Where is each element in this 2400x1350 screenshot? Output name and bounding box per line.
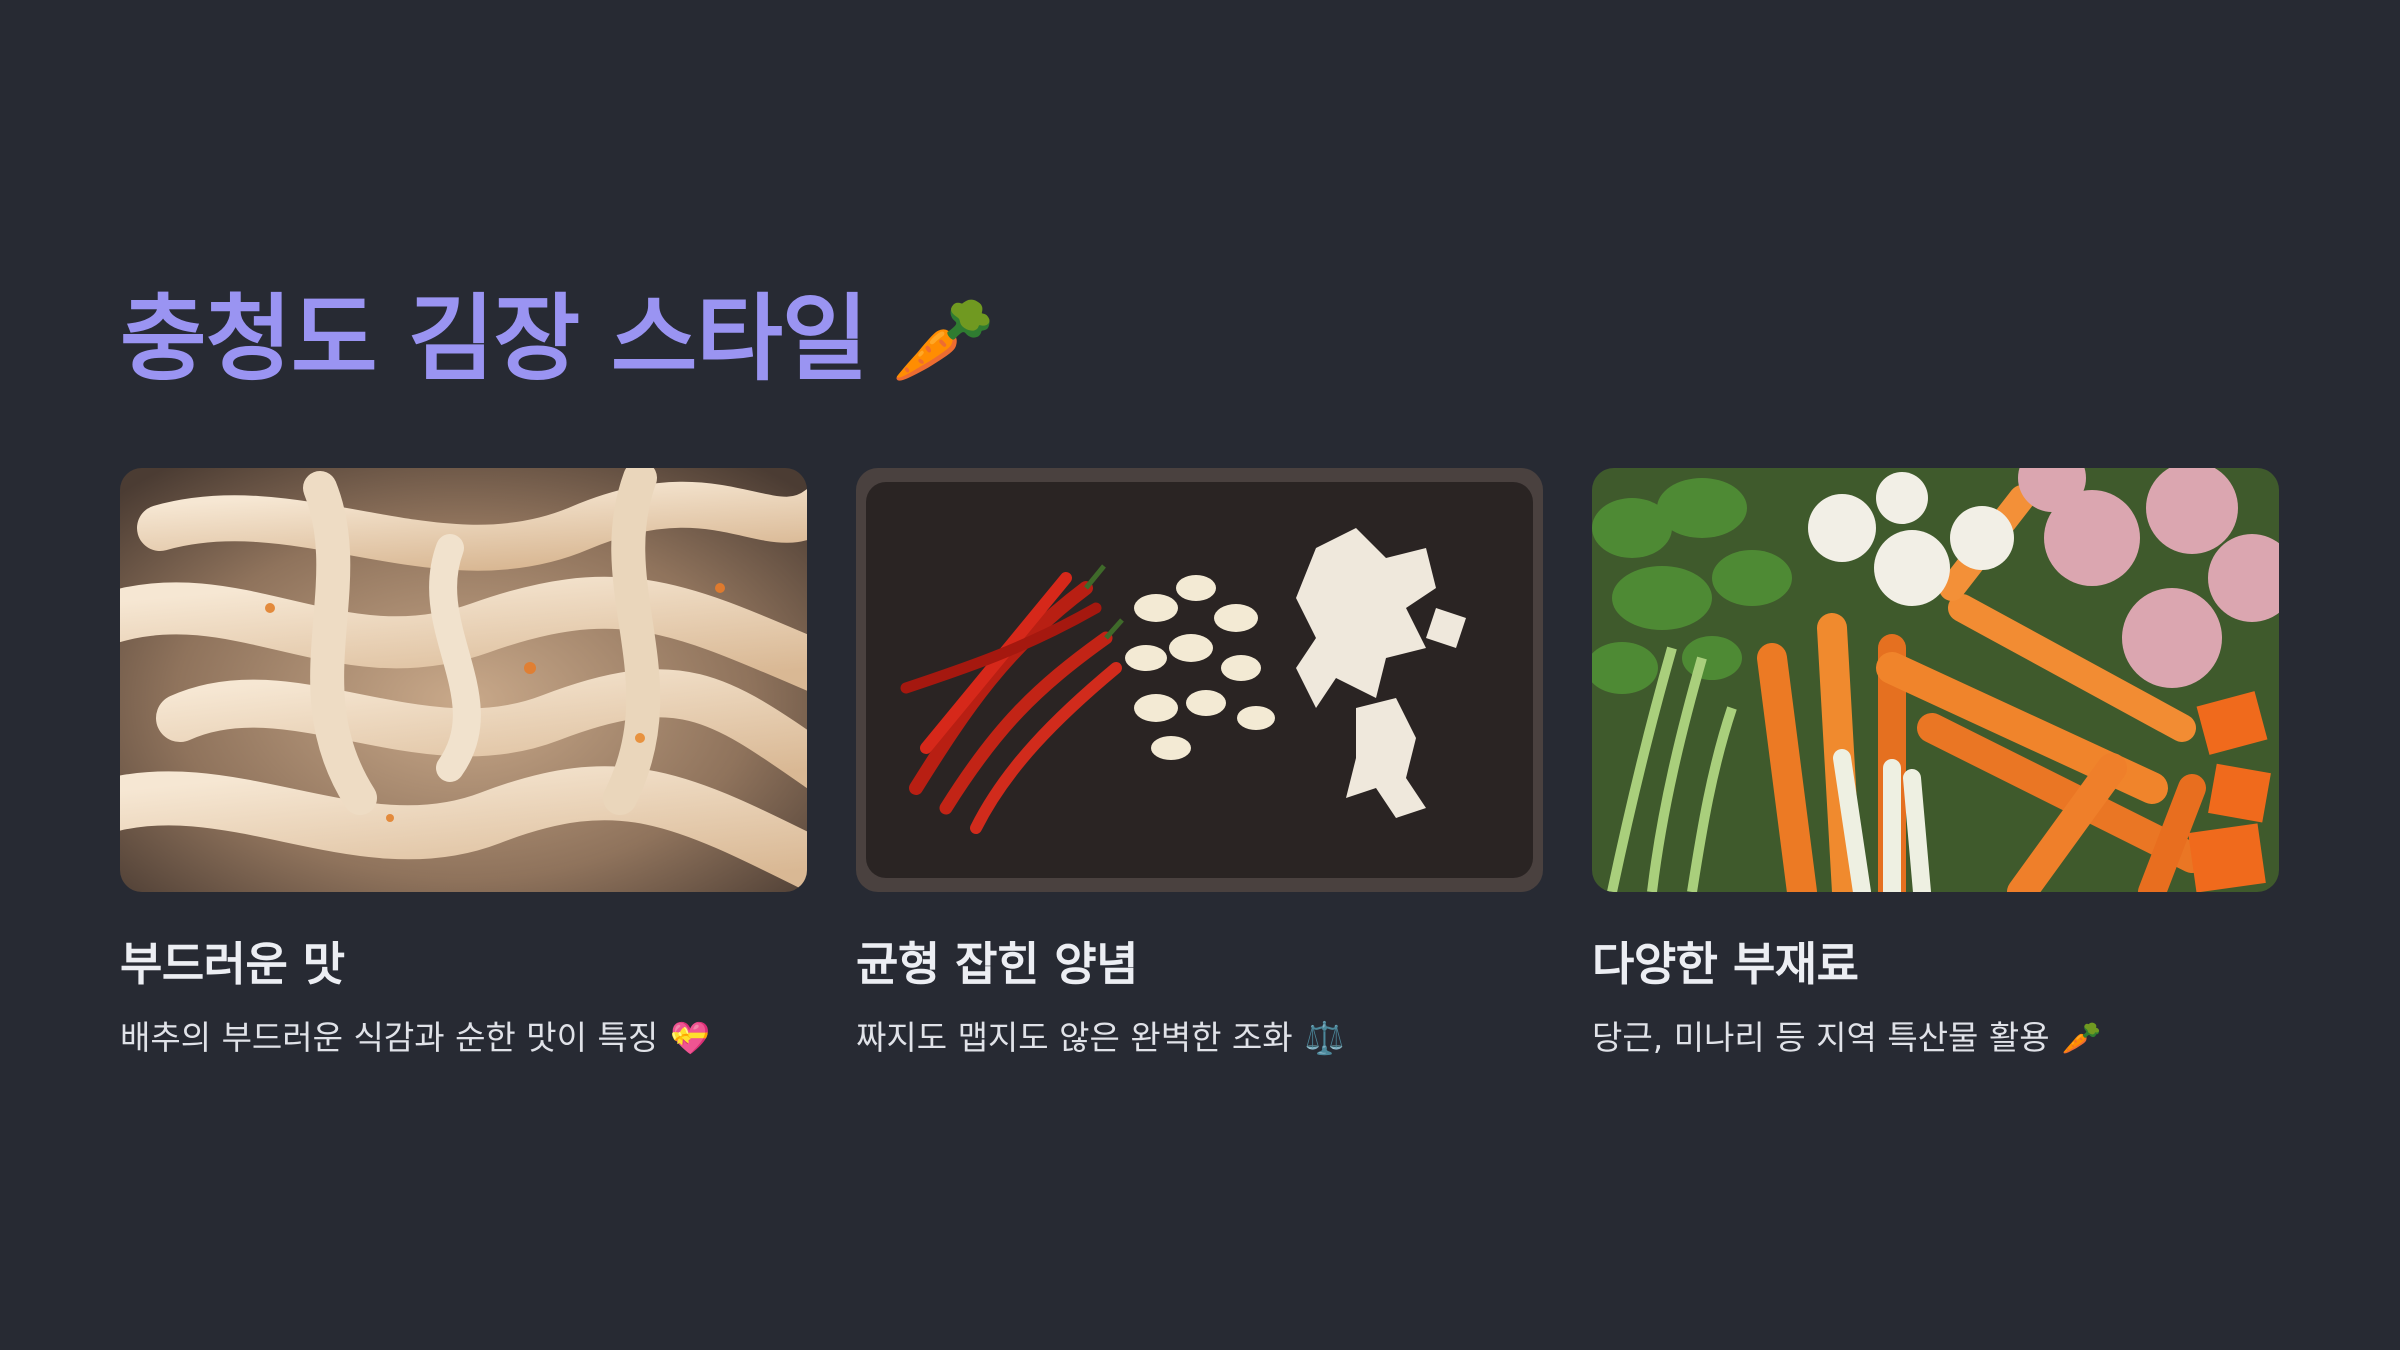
- card-balanced-seasoning: 균형 잡힌 양념 짜지도 맵지도 않은 완벽한 조화 ⚖️: [856, 468, 1543, 1060]
- card-various-ingredients: 다양한 부재료 당근, 미나리 등 지역 특산물 활용 🥕: [1592, 468, 2279, 1060]
- carrot-icon: 🥕: [2061, 1019, 2102, 1057]
- card-title: 균형 잡힌 양념: [856, 937, 1138, 991]
- card-description-text: 배추의 부드러운 식감과 순한 맛이 특징: [120, 1018, 659, 1057]
- balance-scale-icon: ⚖️: [1304, 1019, 1345, 1057]
- card-title: 다양한 부재료: [1592, 937, 1859, 991]
- cabbage-strips-illustration: [120, 468, 807, 892]
- card-description: 짜지도 맵지도 않은 완벽한 조화 ⚖️: [856, 1016, 1543, 1060]
- card-row: 부드러운 맛 배추의 부드러운 식감과 순한 맛이 특징 💝 균형 잡힌 양념 …: [120, 468, 2280, 1060]
- slide: 충청도 김장 스타일 🥕 부드러운 맛 배추의 부드러운 식감과 순한 맛이 특…: [120, 280, 2280, 1057]
- card-description: 배추의 부드러운 식감과 순한 맛이 특징 💝: [120, 1016, 807, 1060]
- card-description-text: 짜지도 맵지도 않은 완벽한 조화: [856, 1018, 1293, 1057]
- card-title: 부드러운 맛: [120, 937, 345, 991]
- vegetables-illustration: [1592, 468, 2279, 892]
- page-title: 충청도 김장 스타일 🥕: [120, 280, 2280, 400]
- chili-garlic-ginger-image: [856, 468, 1543, 892]
- vegetables-image: [1592, 468, 2279, 892]
- page-title-text: 충청도 김장 스타일: [120, 285, 868, 394]
- card-description: 당근, 미나리 등 지역 특산물 활용 🥕: [1592, 1016, 2279, 1060]
- card-soft-taste: 부드러운 맛 배추의 부드러운 식감과 순한 맛이 특징 💝: [120, 468, 807, 1060]
- cabbage-strips-image: [120, 468, 807, 892]
- chili-garlic-ginger-illustration: [856, 468, 1543, 892]
- card-description-text: 당근, 미나리 등 지역 특산물 활용: [1592, 1018, 2050, 1057]
- heart-gift-icon: 💝: [670, 1019, 711, 1057]
- carrot-icon: 🥕: [891, 291, 996, 389]
